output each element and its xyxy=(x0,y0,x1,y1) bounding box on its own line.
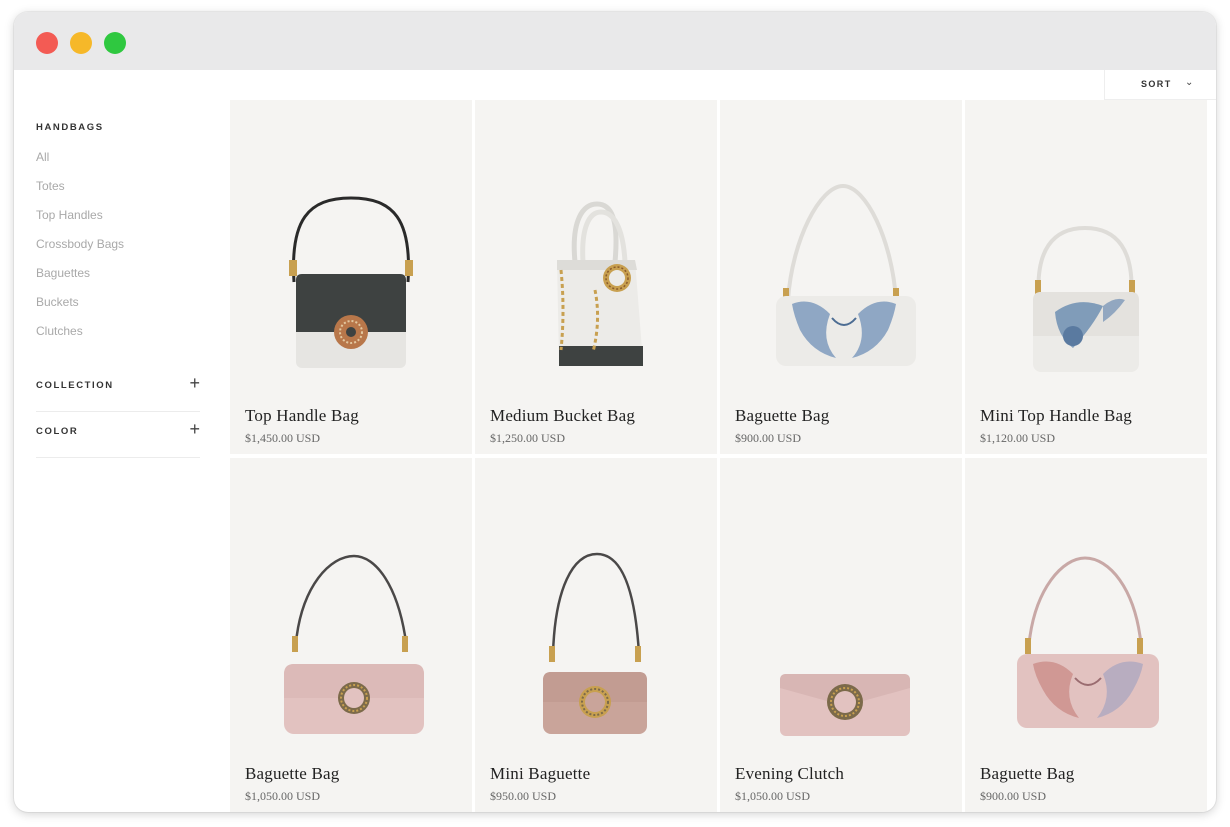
product-card[interactable]: Mini Baguette $950.00 USD xyxy=(475,458,717,812)
category-link-crossbody[interactable]: Crossbody Bags xyxy=(36,237,124,251)
product-name[interactable]: Top Handle Bag xyxy=(245,406,359,426)
maximize-window-button[interactable] xyxy=(104,32,126,54)
product-image-baguette-bag xyxy=(776,183,916,366)
close-window-button[interactable] xyxy=(36,32,58,54)
category-link-buckets[interactable]: Buckets xyxy=(36,295,79,309)
category-link-all[interactable]: All xyxy=(36,150,49,164)
product-image-mini-top-handle-bag xyxy=(1033,225,1139,372)
category-link-clutches[interactable]: Clutches xyxy=(36,324,83,338)
product-card[interactable]: Top Handle Bag $1,450.00 USD xyxy=(230,100,472,454)
product-name[interactable]: Baguette Bag xyxy=(735,406,829,426)
expand-plus-icon[interactable]: + xyxy=(189,373,200,394)
product-image-top-handle-bag xyxy=(289,196,413,368)
product-name[interactable]: Mini Top Handle Bag xyxy=(980,406,1132,426)
product-name[interactable]: Baguette Bag xyxy=(980,764,1074,784)
filter-collection-label: COLLECTION xyxy=(36,380,114,391)
product-card[interactable]: Mini Top Handle Bag $1,120.00 USD xyxy=(965,100,1207,454)
product-price: $900.00 USD xyxy=(980,789,1047,803)
product-card[interactable]: Baguette Bag $1,050.00 USD xyxy=(230,458,472,812)
product-image-medium-bucket-bag xyxy=(557,201,643,366)
product-price: $950.00 USD xyxy=(490,789,557,803)
expand-plus-icon[interactable]: + xyxy=(189,419,200,440)
sort-dropdown[interactable]: SORT ⌄ xyxy=(1104,70,1216,100)
product-price: $1,050.00 USD xyxy=(245,789,321,803)
category-link-totes[interactable]: Totes xyxy=(36,179,65,193)
product-price: $1,450.00 USD xyxy=(245,431,321,445)
category-heading: HANDBAGS xyxy=(36,122,104,133)
product-image-mini-baguette xyxy=(543,552,647,734)
filter-color-label: COLOR xyxy=(36,426,79,437)
product-price: $1,050.00 USD xyxy=(735,789,811,803)
product-price: $1,250.00 USD xyxy=(490,431,566,445)
chevron-down-icon: ⌄ xyxy=(1185,77,1194,88)
product-price: $900.00 USD xyxy=(735,431,802,445)
product-grid: Top Handle Bag $1,450.00 USD Medium Buck… xyxy=(230,100,1208,812)
filter-color[interactable]: COLOR + xyxy=(36,412,200,458)
product-card[interactable]: Baguette Bag $900.00 USD xyxy=(965,458,1207,812)
product-card[interactable]: Medium Bucket Bag $1,250.00 USD xyxy=(475,100,717,454)
product-name[interactable]: Evening Clutch xyxy=(735,764,844,784)
product-name[interactable]: Medium Bucket Bag xyxy=(490,406,635,426)
minimize-window-button[interactable] xyxy=(70,32,92,54)
product-image-baguette-bag-pink xyxy=(284,554,424,734)
product-name[interactable]: Mini Baguette xyxy=(490,764,590,784)
product-image-evening-clutch xyxy=(780,674,910,736)
product-image-baguette-bag-print xyxy=(1017,556,1159,728)
filter-collection[interactable]: COLLECTION + xyxy=(36,366,200,412)
product-name[interactable]: Baguette Bag xyxy=(245,764,339,784)
sort-label: SORT xyxy=(1141,79,1172,89)
category-link-top-handles[interactable]: Top Handles xyxy=(36,208,103,222)
category-link-baguettes[interactable]: Baguettes xyxy=(36,266,90,280)
title-bar xyxy=(14,12,1216,70)
browser-window: HANDBAGS All Totes Top Handles Crossbody… xyxy=(14,12,1216,812)
product-card[interactable]: Evening Clutch $1,050.00 USD xyxy=(720,458,962,812)
product-card[interactable]: Baguette Bag $900.00 USD xyxy=(720,100,962,454)
product-price: $1,120.00 USD xyxy=(980,431,1056,445)
